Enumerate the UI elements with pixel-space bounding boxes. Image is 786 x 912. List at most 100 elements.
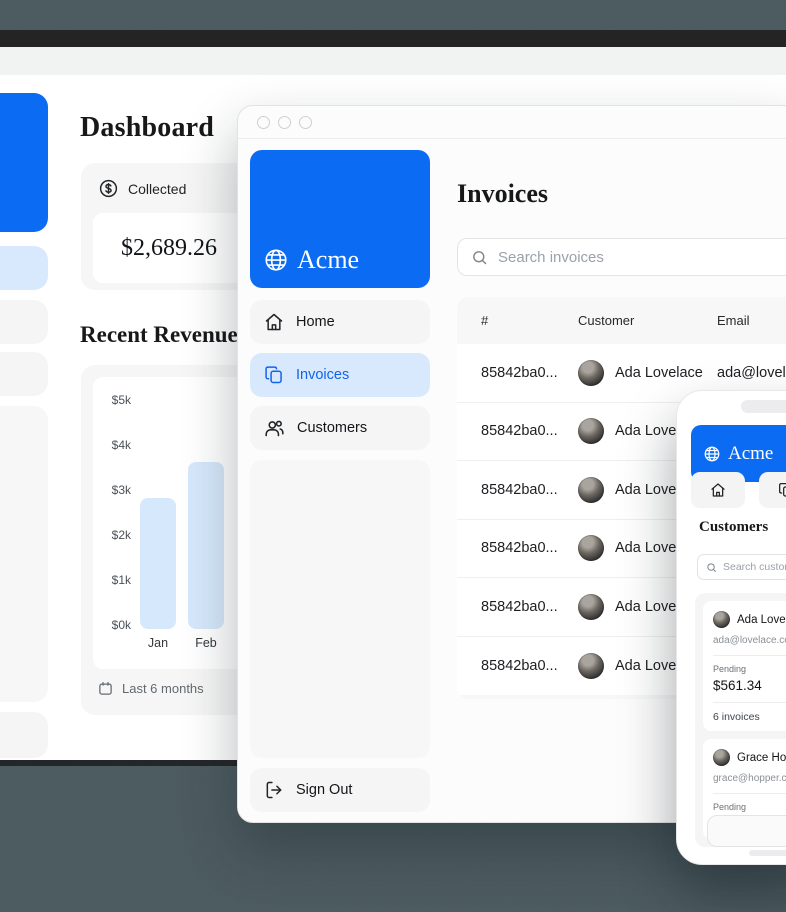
traffic-light-close[interactable] — [257, 116, 270, 129]
customer-avatar — [578, 418, 604, 444]
search-input[interactable] — [498, 249, 758, 266]
y-tick: $1k — [101, 573, 131, 587]
customer-email: ada@lovelace.com — [713, 635, 786, 646]
cropped-nav-item-active[interactable] — [0, 246, 48, 290]
globe-icon — [263, 247, 289, 273]
globe-icon — [703, 445, 721, 463]
revenue-title: Recent Revenue — [80, 322, 238, 348]
phone-nav — [691, 472, 786, 508]
customer-card[interactable]: Ada Lovelace ada@lovelace.com Pending $5… — [703, 601, 786, 731]
chart-range-label: Last 6 months — [122, 681, 204, 696]
top-gray-band — [0, 47, 786, 77]
brand: Acme — [263, 245, 359, 275]
x-axis: Jan Feb — [140, 636, 224, 650]
cropped-nav-item[interactable] — [0, 300, 48, 344]
customer-email: ada@lovelace.com — [717, 365, 786, 381]
customer-avatar — [578, 653, 604, 679]
sidebar-item-customers[interactable]: Customers — [250, 406, 430, 450]
sign-out-button[interactable]: Sign Out — [250, 768, 430, 812]
collected-label: Collected — [128, 181, 186, 197]
sidebar-item-home[interactable]: Home — [250, 300, 430, 344]
phone-brand-label: Acme — [728, 443, 773, 465]
phone-nav-home[interactable] — [691, 472, 745, 508]
invoices-icon — [778, 482, 786, 498]
invoice-count: 6 invoices — [713, 711, 786, 723]
customer-cards: Ada Lovelace ada@lovelace.com Pending $5… — [695, 593, 786, 847]
sidebar-panel — [250, 460, 430, 758]
traffic-light-zoom[interactable] — [299, 116, 312, 129]
traffic-light-minimize[interactable] — [278, 116, 291, 129]
bar — [140, 498, 176, 629]
col-customer: Customer — [578, 313, 717, 328]
col-email: Email — [717, 313, 786, 328]
brand-card: Acme — [250, 150, 430, 288]
cropped-nav-item[interactable] — [0, 352, 48, 396]
collected-amount: $2,689.26 — [121, 235, 217, 262]
customer-name: Grace Hopper — [737, 752, 786, 764]
home-icon — [264, 312, 284, 332]
chart-footer: Last 6 months — [98, 681, 204, 696]
y-tick: $4k — [101, 438, 131, 452]
phone-page-title: Customers — [699, 519, 768, 536]
cropped-signout-item[interactable] — [0, 712, 48, 758]
customer-name: Ada Lovelace — [615, 365, 703, 381]
cropped-brand-card — [0, 93, 48, 232]
search-icon — [471, 249, 488, 266]
search-icon — [706, 562, 717, 573]
sign-out-label: Sign Out — [296, 782, 352, 798]
customer-avatar — [578, 594, 604, 620]
pending-label: Pending — [713, 802, 786, 812]
phone-bottom-bar[interactable] — [707, 815, 786, 847]
customer-avatar — [578, 360, 604, 386]
brand-label: Acme — [297, 245, 359, 275]
cropped-panel — [0, 406, 48, 702]
invoice-id: 85842ba0... — [481, 423, 578, 439]
bars — [140, 377, 224, 629]
x-tick: Feb — [188, 636, 224, 650]
top-dark-band — [0, 30, 786, 47]
phone-search-input[interactable] — [723, 561, 786, 573]
dashboard-title: Dashboard — [80, 112, 214, 144]
sidebar-item-label: Customers — [297, 420, 367, 436]
phone-home-indicator — [749, 850, 786, 856]
phone-window: Acme Customers — [676, 390, 786, 865]
y-tick: $5k — [101, 393, 131, 407]
invoice-id: 85842ba0... — [481, 599, 578, 615]
table-header: # Customer Email — [457, 297, 786, 344]
divider — [713, 655, 786, 656]
divider — [713, 702, 786, 703]
page-title: Invoices — [457, 179, 786, 209]
customer-avatar — [578, 535, 604, 561]
page: Dashboard Collected $2,689.26 Recent Rev… — [0, 0, 786, 912]
phone-notch-pill — [741, 400, 786, 413]
col-id: # — [481, 313, 578, 328]
sidebar-item-label: Home — [296, 314, 335, 330]
sidebar-item-label: Invoices — [296, 367, 349, 383]
invoice-id: 85842ba0... — [481, 482, 578, 498]
collected-header: Collected — [98, 178, 186, 199]
x-tick: Jan — [140, 636, 176, 650]
search-bar[interactable] — [457, 238, 786, 276]
y-tick: $3k — [101, 483, 131, 497]
dollar-circle-icon — [98, 178, 119, 199]
invoice-id: 85842ba0... — [481, 658, 578, 674]
divider — [713, 793, 786, 794]
customer-name: Ada Lovelace — [737, 614, 786, 626]
sign-out-icon — [264, 780, 284, 800]
sidebar: Acme Home Invoices — [250, 150, 430, 758]
customer-avatar — [713, 611, 730, 628]
invoice-id: 85842ba0... — [481, 540, 578, 556]
pending-label: Pending — [713, 664, 786, 674]
home-icon — [710, 482, 726, 498]
customers-icon — [264, 418, 285, 439]
phone-nav-invoices[interactable] — [759, 472, 786, 508]
sidebar-item-invoices[interactable]: Invoices — [250, 353, 430, 397]
y-tick: $0k — [101, 618, 131, 632]
invoices-icon — [264, 365, 284, 385]
bar — [188, 462, 224, 629]
customer-email: grace@hopper.com — [713, 773, 786, 784]
pending-amount: $561.34 — [713, 678, 786, 693]
y-tick: $2k — [101, 528, 131, 542]
phone-search-bar[interactable] — [697, 554, 786, 580]
customer-avatar — [713, 749, 730, 766]
